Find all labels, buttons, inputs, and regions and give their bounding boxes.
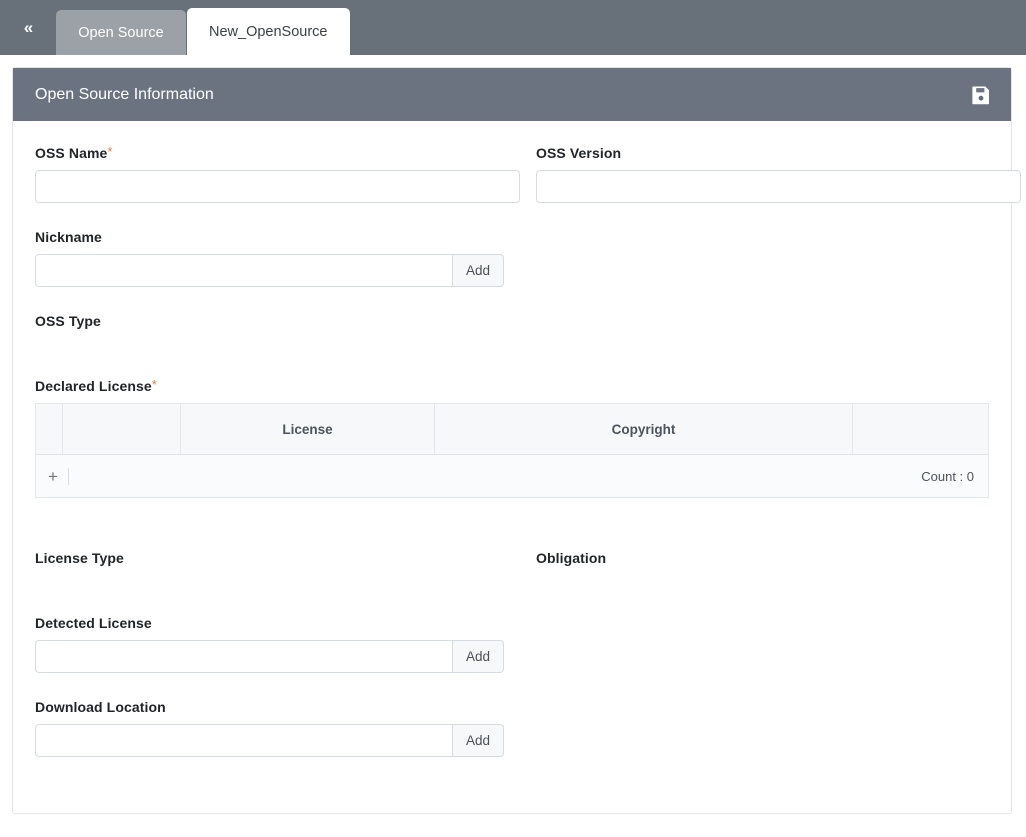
- tab-open-source[interactable]: Open Source: [56, 10, 186, 55]
- field-license-type: License Type: [35, 550, 520, 589]
- form-row-license-type-obligation: License Type Obligation: [35, 550, 989, 615]
- oss-version-label: OSS Version: [536, 145, 622, 161]
- download-location-input-group: Add: [35, 724, 504, 757]
- oss-name-label: OSS Name*: [35, 145, 520, 161]
- form-row-name-version: OSS Name* OSS Version: [35, 145, 1021, 229]
- field-oss-version: OSS Version: [536, 145, 1021, 203]
- nickname-label: Nickname: [35, 229, 102, 245]
- panel-body: OSS Name* OSS Version Nickname Add OSS T…: [13, 121, 1021, 813]
- table-header-license: License: [181, 404, 435, 454]
- declared-license-table: License Copyright + Count : 0: [35, 403, 989, 498]
- detected-license-input[interactable]: [35, 640, 453, 673]
- page-title: Open Source Information: [35, 85, 214, 103]
- open-source-information-panel: Open Source Information OSS Name* OSS Ve…: [12, 67, 1021, 814]
- field-download-location: Download Location Add: [35, 699, 520, 757]
- download-location-input[interactable]: [35, 724, 453, 757]
- declared-license-label: Declared License*: [35, 378, 989, 394]
- nickname-add-button[interactable]: Add: [452, 254, 504, 287]
- required-marker: *: [107, 144, 113, 159]
- table-header-copyright: Copyright: [435, 404, 853, 454]
- table-header-blank: [63, 404, 181, 454]
- table-header-row: License Copyright: [36, 404, 988, 455]
- form-row-oss-type: OSS Type: [35, 313, 989, 378]
- oss-version-input[interactable]: [536, 170, 1021, 203]
- tab-bar: « Open Source New_OpenSource: [0, 0, 1026, 55]
- detected-license-add-button[interactable]: Add: [452, 640, 504, 673]
- detected-license-label: Detected License: [35, 615, 152, 631]
- panel-header: Open Source Information: [13, 68, 1011, 121]
- form-row-detected-license: Detected License Add: [35, 615, 989, 699]
- license-type-label: License Type: [35, 550, 124, 566]
- license-type-value-area: [35, 575, 520, 589]
- footer-divider: [67, 467, 69, 485]
- obligation-value-area: [536, 575, 1021, 589]
- download-location-add-button[interactable]: Add: [452, 724, 504, 757]
- nickname-input-group: Add: [35, 254, 504, 287]
- download-location-label: Download Location: [35, 699, 166, 715]
- field-detected-license: Detected License Add: [35, 615, 520, 673]
- field-nickname: Nickname Add: [35, 229, 520, 287]
- oss-name-input[interactable]: [35, 170, 520, 203]
- declared-license-label-text: Declared License: [35, 378, 152, 394]
- row-count-label: Count : 0: [921, 468, 974, 484]
- form-row-nickname: Nickname Add: [35, 229, 989, 313]
- plus-icon[interactable]: +: [48, 468, 68, 485]
- chevron-double-left-icon[interactable]: «: [0, 0, 56, 55]
- field-declared-license: Declared License* License Copyright + Co…: [35, 378, 989, 498]
- nickname-input[interactable]: [35, 254, 453, 287]
- tab-label: New_OpenSource: [209, 23, 328, 40]
- save-floppy-icon: [972, 86, 989, 104]
- table-footer: + Count : 0: [36, 455, 988, 497]
- form-row-download-location: Download Location Add: [35, 699, 989, 783]
- obligation-label: Obligation: [536, 550, 607, 566]
- tab-new-opensource[interactable]: New_OpenSource: [187, 8, 350, 55]
- field-oss-name: OSS Name*: [35, 145, 520, 203]
- tab-label: Open Source: [78, 24, 164, 41]
- table-header-checkbox: [36, 404, 63, 454]
- detected-license-input-group: Add: [35, 640, 504, 673]
- field-oss-type: OSS Type: [35, 313, 520, 352]
- oss-type-label: OSS Type: [35, 313, 101, 329]
- save-button[interactable]: [971, 85, 991, 105]
- table-header-actions: [853, 404, 988, 454]
- field-obligation: Obligation: [536, 550, 1021, 589]
- form-row-declared-license: Declared License* License Copyright + Co…: [35, 378, 989, 524]
- oss-type-options-area: [35, 338, 520, 352]
- oss-name-label-text: OSS Name: [35, 145, 108, 161]
- required-marker: *: [151, 377, 157, 392]
